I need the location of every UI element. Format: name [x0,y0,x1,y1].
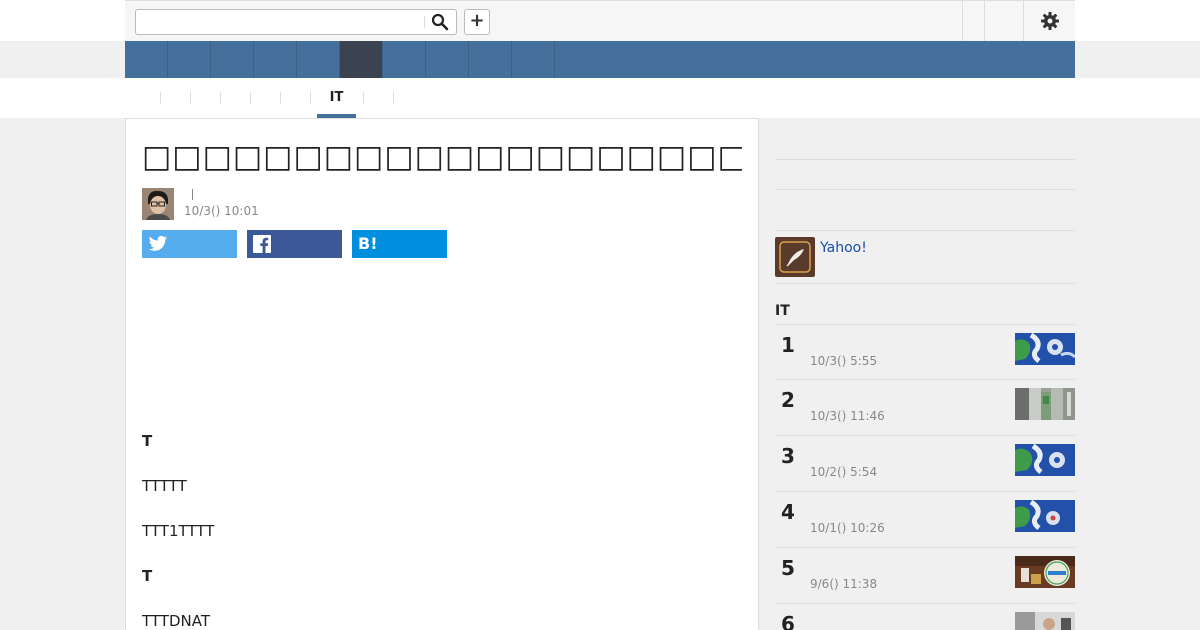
twitter-share-button[interactable] [142,230,237,258]
search-divider [424,16,425,28]
tab-it[interactable]: IT [317,78,356,118]
sidebar: Yahoo! IT 1 10/3() 5:55 2 10/3() 11:46 3 [775,118,1075,630]
ranking-number: 5 [781,556,795,580]
subnav-divider [190,92,191,104]
nav-item-active[interactable] [340,41,383,78]
ranking-item[interactable]: 5 9/6() 11:38 [775,547,1075,603]
ranking-time: 10/3() 5:55 [810,354,878,368]
sub-nav: IT [0,78,1200,118]
typhoon-satellite-thumbnail [1015,500,1075,532]
article-paragraph: T [142,567,153,585]
search-icon [431,13,449,31]
sidebar-divider [775,189,1075,190]
add-button[interactable]: + [464,9,490,35]
search-box [135,9,457,35]
subnav-divider [310,92,311,104]
subnav-divider [160,92,161,104]
ranking-item[interactable]: 1 10/3() 5:55 [775,324,1075,380]
toolbar-divider [962,1,963,41]
street-scene-thumbnail [1015,388,1075,420]
ranking-item[interactable]: 4 10/1() 10:26 [775,491,1075,547]
feather-icon [779,241,811,273]
toolbar-divider [1023,1,1024,41]
nav-item[interactable] [254,41,297,78]
main-nav [125,41,1075,78]
nav-item[interactable] [168,41,211,78]
facebook-share-button[interactable] [247,230,342,258]
byline-separator [192,189,193,200]
ranking-time: 9/6() 11:38 [810,577,878,591]
subnav-divider [250,92,251,104]
nav-item[interactable] [125,41,168,78]
nav-item[interactable] [211,41,254,78]
ranking-number: 6 [781,612,795,630]
ranking-item[interactable]: 3 10/2() 5:54 [775,435,1075,491]
ranking-item[interactable]: 6 [775,603,1075,630]
nav-item[interactable] [426,41,469,78]
nav-item[interactable] [383,41,426,78]
article-paragraph: TTT1TTTT [142,522,215,540]
author-avatar[interactable] [142,188,174,220]
person-photo-thumbnail [1015,612,1075,630]
nav-item[interactable] [297,41,340,78]
tab-it-label: IT [329,90,344,105]
settings-button[interactable] [1040,11,1060,31]
subnav-divider [393,92,394,104]
twitter-icon [148,235,168,251]
typhoon-satellite-thumbnail [1015,333,1075,365]
nav-item[interactable] [469,41,512,78]
sidebar-divider [775,230,1075,231]
toolbar-divider [984,1,985,41]
hatena-bookmark-button[interactable]: B! [352,230,447,258]
ranking-number: 3 [781,444,795,468]
yahoo-app-icon[interactable] [775,237,815,277]
top-bar-inner: + [125,0,1075,41]
nav-item[interactable] [512,41,555,78]
author-photo [142,188,174,220]
ranking-item[interactable]: 2 10/3() 11:46 [775,379,1075,435]
ranking-time: 10/2() 5:54 [810,465,878,479]
facebook-icon [253,235,271,253]
subnav-divider [220,92,221,104]
article-paragraph: T [142,432,153,450]
sidebar-divider [775,159,1075,160]
ranking-number: 4 [781,500,795,524]
top-bar: + [0,0,1200,41]
ranking-time: 10/1() 10:26 [810,521,885,535]
ranking-number: 1 [781,333,795,357]
article-headline: □□□□□□□□□□□□□□□□□□□□□□□□□□□□□□□□□□□□□□□ [142,139,742,175]
subnav-divider [363,92,364,104]
ranking-time: 10/3() 11:46 [810,409,885,423]
hatena-bookmark-icon: B! [358,234,378,253]
article: □□□□□□□□□□□□□□□□□□□□□□□□□□□□□□□□□□□□□□□ … [125,118,759,630]
ranking-title: IT [775,303,790,319]
ranking-number: 2 [781,388,795,412]
search-button[interactable] [431,13,449,31]
article-timestamp: 10/3() 10:01 [184,204,259,218]
article-paragraph: TTTDNAT [142,612,210,630]
search-input[interactable] [136,10,424,34]
typhoon-satellite-thumbnail [1015,444,1075,476]
subnav-divider [280,92,281,104]
article-paragraph: TTTTT [142,477,187,495]
gear-icon [1041,12,1059,30]
product-logo-thumbnail [1015,556,1075,588]
sidebar-divider [775,283,1075,284]
yahoo-link[interactable]: Yahoo! [820,240,867,256]
